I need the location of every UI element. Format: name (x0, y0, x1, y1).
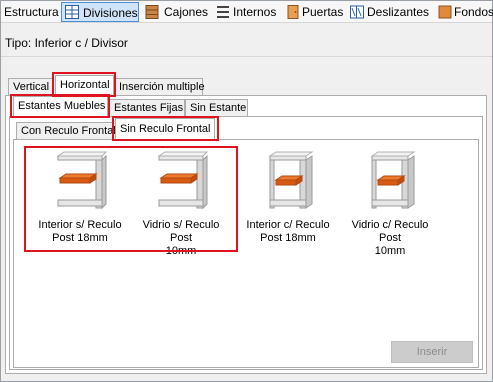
door-icon (287, 5, 299, 19)
separator (1, 56, 492, 57)
toolbar-item-internos[interactable]: Internos (216, 2, 280, 22)
toolbar-item-puertas[interactable]: Puertas (286, 2, 346, 22)
toolbar-item-cajones[interactable]: Cajones (145, 2, 213, 22)
item-vidrio-s-reculo[interactable]: Vidrio s/ Reculo Post 10mm (131, 150, 231, 258)
shelf-orange-icon (358, 150, 422, 214)
back-panel-icon (438, 5, 452, 19)
item-vidrio-c-reculo[interactable]: Vidrio c/ Reculo Post 10mm (340, 150, 440, 258)
toolbar-item-estructura[interactable]: Estructura (4, 2, 59, 22)
path-label: Tipo: Inferior c / Divisor (5, 36, 128, 50)
tab-horizontal[interactable]: Horizontal (55, 75, 114, 96)
divisions-grid-icon (65, 5, 79, 19)
toolbar-item-fondos[interactable]: Fondos (438, 2, 493, 22)
toolbar-item-deslizantes[interactable]: Deslizantes (350, 2, 434, 22)
toolbar-item-divisiones[interactable]: Divisiones (61, 2, 139, 22)
tab-estantes-muebles[interactable]: Estantes Muebles (13, 96, 108, 117)
item-interior-s-reculo[interactable]: Interior s/ Reculo Post 18mm (30, 150, 130, 245)
tab-insercion-multiple[interactable]: Inserción multiple (114, 78, 205, 96)
tab-estantes-fijas[interactable]: Estantes Fijas (109, 99, 185, 117)
top-toolbar: Estructura Divisiones Cajones Internos P… (1, 1, 493, 23)
shelf-orange-icon (149, 150, 213, 214)
tab-vertical[interactable]: Vertical (8, 78, 54, 96)
item-interior-c-reculo[interactable]: Interior c/ Reculo Post 18mm (238, 150, 338, 245)
drawers-icon (145, 5, 159, 19)
internals-icon (217, 6, 229, 18)
shelf-orange-icon (256, 150, 320, 214)
tab-sin-estante[interactable]: Sin Estante (185, 99, 248, 117)
sliding-door-icon (350, 5, 364, 19)
tab-sin-reculo-frontal[interactable]: Sin Reculo Frontal (115, 118, 215, 140)
tab-con-reculo-frontal[interactable]: Con Reculo Frontal (16, 122, 116, 140)
shelf-orange-icon (48, 150, 112, 214)
insert-button[interactable]: Inserir (391, 341, 473, 363)
